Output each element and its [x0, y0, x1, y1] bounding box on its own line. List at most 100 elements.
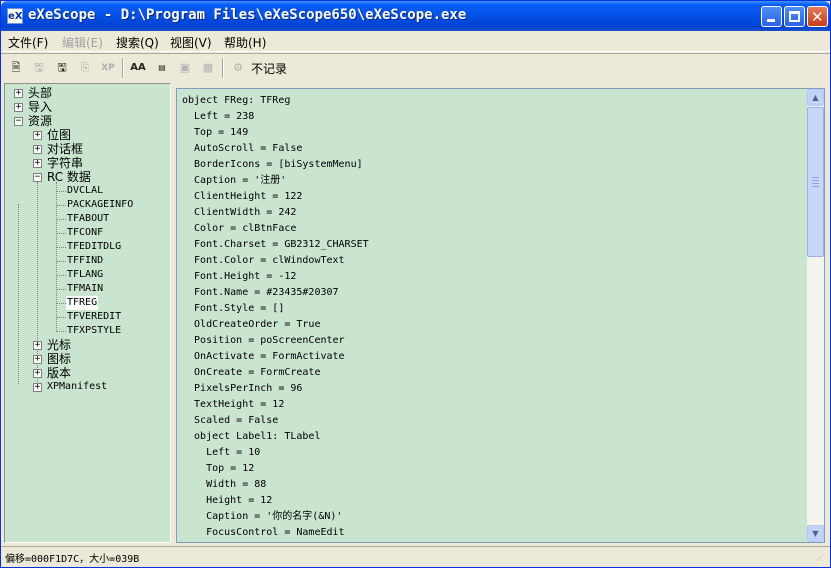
tree-item-xpmanifest[interactable]: XPManifest [47, 380, 107, 394]
menu-view[interactable]: 视图(V) [170, 34, 212, 51]
window-title: eXeScope - D:\Program Files\eXeScope650\… [28, 7, 467, 23]
xp-manifest-icon[interactable]: XP [99, 59, 117, 77]
grip-icon [812, 186, 819, 187]
tree-item-tfmain[interactable]: TFMAIN [67, 282, 103, 296]
tree-item-icon[interactable]: 图标 [47, 352, 71, 366]
tree-connector [56, 219, 66, 220]
vertical-scrollbar[interactable]: ▲ ▼ [807, 89, 824, 542]
code-line: BorderIcons = [biSystemMenu] [182, 159, 363, 170]
code-line: Caption = '你的名字(&N)' [182, 511, 343, 522]
code-line: Width = 88 [182, 479, 267, 490]
code-line: Font.Color = clWindowText [182, 255, 345, 266]
minimize-icon [767, 19, 775, 22]
code-line: Font.Charset = GB2312_CHARSET [182, 239, 369, 250]
minimize-button[interactable] [761, 6, 782, 27]
no-record-label[interactable]: 不记录 [251, 60, 287, 77]
code-line: Color = clBtnFace [182, 223, 297, 234]
close-button[interactable]: ✕ [807, 6, 828, 27]
toolbar: 🗎 🖫 🖫 ⎘ XP AA ▤ ▣ ▦ ⚙ 不记录 [1, 53, 830, 81]
tree-item-cursor[interactable]: 光标 [47, 338, 71, 352]
tree-item-tfeditdlg[interactable]: TFEDITDLG [67, 240, 121, 254]
tree-item-resources[interactable]: 资源 [28, 114, 52, 128]
copy-icon[interactable]: ⎘ [76, 59, 94, 77]
tree-connector [56, 303, 66, 304]
close-icon: ✕ [811, 8, 824, 26]
tree-item-header[interactable]: 头部 [28, 86, 52, 100]
scroll-down-button[interactable]: ▼ [807, 525, 824, 542]
expand-icon[interactable]: + [33, 355, 42, 364]
tree-item-tflang[interactable]: TFLANG [67, 268, 103, 282]
tree-connector [56, 247, 66, 248]
title-bar[interactable]: eX eXeScope - D:\Program Files\eXeScope6… [1, 1, 830, 31]
code-line: ClientWidth = 242 [182, 207, 297, 218]
expand-icon[interactable]: + [14, 103, 23, 112]
menu-search[interactable]: 搜索(Q) [116, 34, 159, 51]
tree-item-rcdata[interactable]: RC 数据 [47, 170, 91, 184]
tree-item-tfabout[interactable]: TFABOUT [67, 212, 109, 226]
code-line: Font.Style = [] [182, 303, 285, 314]
maximize-button[interactable] [784, 6, 805, 27]
binary-icon[interactable]: ▤ [153, 59, 171, 77]
maximize-icon [789, 11, 800, 22]
expand-icon[interactable]: + [33, 341, 42, 350]
expand-icon[interactable]: + [33, 383, 42, 392]
font-icon[interactable]: AA [129, 59, 147, 77]
code-line: FocusControl = NameEdit [182, 527, 345, 538]
menu-edit[interactable]: 编辑(E) [62, 34, 103, 51]
tree-connector [56, 191, 66, 192]
code-line: Left = 238 [182, 111, 255, 122]
collapse-icon[interactable]: − [14, 117, 23, 126]
tree-connector [18, 204, 19, 384]
tree-item-tfxpstyle[interactable]: TFXPSTYLE [67, 324, 121, 338]
save-icon[interactable]: 🖫 [30, 59, 48, 77]
menu-file[interactable]: 文件(F) [8, 34, 48, 51]
resource-icon[interactable]: ▦ [199, 59, 217, 77]
tree-item-packageinfo[interactable]: PACKAGEINFO [67, 198, 133, 212]
wizard-icon[interactable]: ⚙ [229, 59, 247, 77]
tree-item-import[interactable]: 导入 [28, 100, 52, 114]
code-line: TextHeight = 12 [182, 399, 285, 410]
menu-help[interactable]: 帮助(H) [224, 34, 266, 51]
expand-icon[interactable]: + [33, 145, 42, 154]
tree-item-tffind[interactable]: TFFIND [67, 254, 103, 268]
expand-icon[interactable]: + [33, 131, 42, 140]
open-file-icon[interactable]: 🗎 [7, 59, 25, 77]
toolbar-separator [122, 58, 124, 78]
image-icon[interactable]: ▣ [176, 59, 194, 77]
tree-connector [56, 205, 66, 206]
code-line: OldCreateOrder = True [182, 319, 321, 330]
code-line: Left = 10 [182, 447, 261, 458]
tree-connector [56, 331, 66, 332]
scroll-up-button[interactable]: ▲ [807, 89, 824, 106]
tree-item-tfveredit[interactable]: TFVEREDIT [67, 310, 121, 324]
code-line: object Label1: TLabel [182, 431, 321, 442]
tree-item-dvclal[interactable]: DVCLAL [67, 184, 103, 198]
tree-connector [56, 317, 66, 318]
grip-icon [812, 180, 819, 181]
tree-item-string[interactable]: 字符串 [47, 156, 83, 170]
code-line: Font.Name = #23435#20307 [182, 287, 339, 298]
tree-item-tfreg-selected[interactable]: TFREG [66, 296, 99, 310]
collapse-icon[interactable]: − [33, 173, 42, 182]
tree-item-version[interactable]: 版本 [47, 366, 71, 380]
tree-connector [56, 289, 66, 290]
expand-icon[interactable]: + [14, 89, 23, 98]
tree-item-bitmap[interactable]: 位图 [47, 128, 71, 142]
expand-icon[interactable]: + [33, 369, 42, 378]
code-line: Top = 149 [182, 127, 249, 138]
tree-item-tfconf[interactable]: TFCONF [67, 226, 103, 240]
expand-icon[interactable]: + [33, 159, 42, 168]
code-line: object FReg: TFReg [182, 95, 291, 106]
status-text: 偏移=000F1D7C，大小=039B [5, 554, 140, 565]
resource-content-view[interactable]: object FReg: TFReg Left = 238 Top = 149 … [176, 88, 825, 543]
app-window: eX eXeScope - D:\Program Files\eXeScope6… [0, 0, 831, 568]
menu-bar: 文件(F) 编辑(E) 搜索(Q) 视图(V) 帮助(H) [1, 31, 830, 52]
tree-connector [56, 261, 66, 262]
tree-item-dialog[interactable]: 对话框 [47, 142, 83, 156]
scroll-thumb[interactable] [807, 107, 824, 257]
toolbar-separator [222, 58, 224, 78]
app-icon[interactable]: eX [7, 8, 23, 24]
resource-tree[interactable]: + 头部 + 导入 − 资源 + 位图 + 对话框 + 字符串 − RC 数据 … [4, 83, 171, 543]
resize-grip-icon[interactable]: ⋰ [816, 553, 828, 565]
save-as-icon[interactable]: 🖫 [53, 59, 71, 77]
